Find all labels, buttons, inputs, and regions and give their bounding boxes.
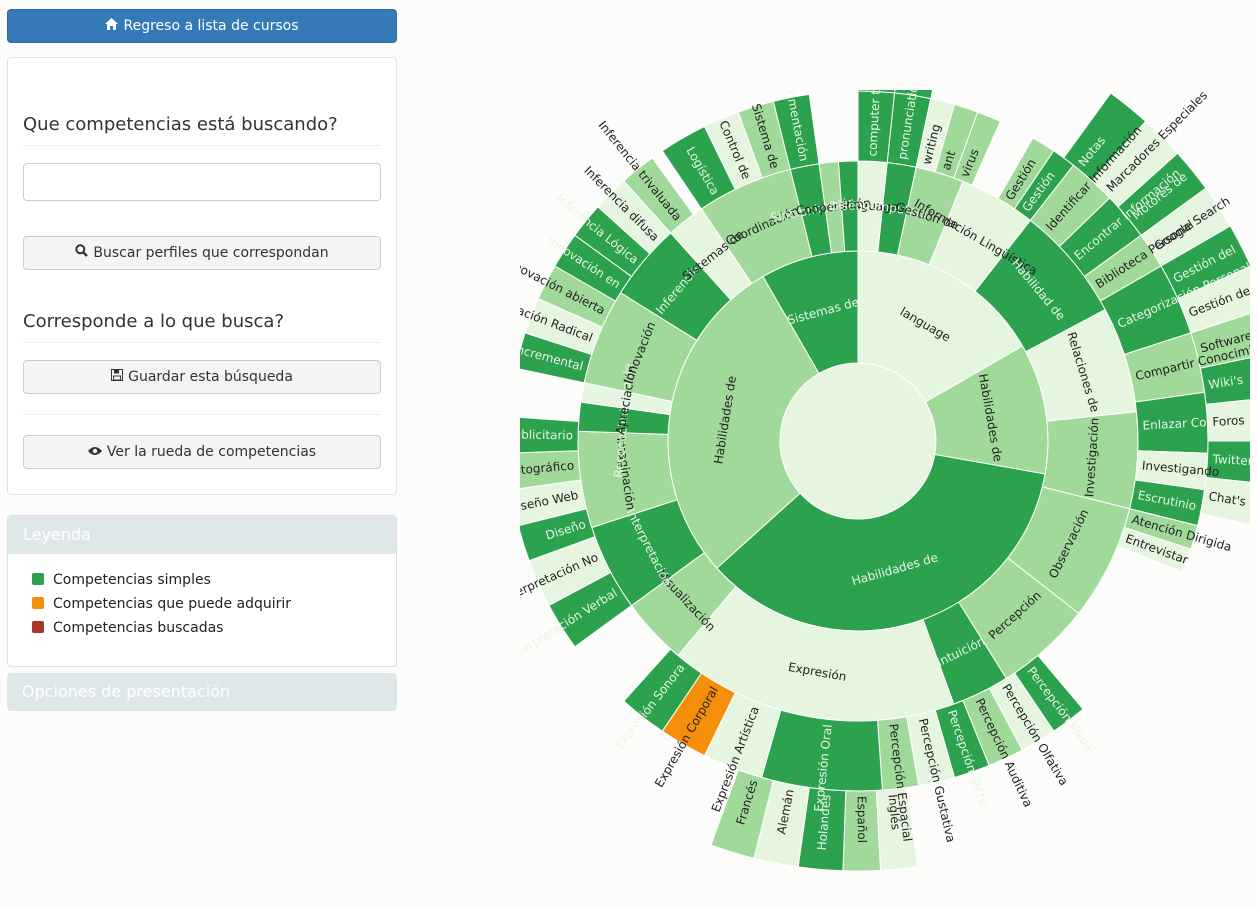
orange-swatch — [32, 597, 44, 609]
wheel-center[interactable] — [779, 362, 937, 520]
search-panel: Que competencias está buscando? Buscar p… — [7, 57, 397, 495]
wheel-label-espanol: Español — [855, 796, 869, 843]
home-icon — [105, 10, 119, 42]
match-question-heading: Corresponde a lo que busca? — [23, 311, 381, 343]
floppy-disk-icon — [111, 361, 124, 393]
legend-item-simple: Competencias simples — [32, 572, 211, 588]
legend-heading[interactable]: Leyenda — [8, 516, 396, 554]
legend-item-acquirable: Competencias que puede adquirir — [32, 596, 291, 612]
save-search-button[interactable]: Guardar esta búsqueda — [23, 360, 381, 394]
save-search-label: Guardar esta búsqueda — [128, 369, 293, 385]
wheel-label-foros: Foros — [1212, 413, 1245, 429]
legend-item-searched: Competencias buscadas — [32, 620, 223, 636]
wheel-label-diseno: Diseño — [829, 198, 871, 213]
wheel-label-twitter: Twitter — [1211, 452, 1250, 468]
legend-panel: Leyenda Competencias simples Competencia… — [7, 515, 397, 667]
competency-search-input[interactable] — [23, 163, 381, 201]
search-profiles-button[interactable]: Buscar perfiles que correspondan — [23, 236, 381, 270]
view-wheel-button[interactable]: Ver la rueda de competencias — [23, 435, 381, 469]
view-wheel-label: Ver la rueda de competencias — [106, 444, 317, 460]
red-swatch — [32, 621, 44, 633]
presentation-options-heading[interactable]: Opciones de presentación — [7, 673, 397, 711]
search-question-heading: Que competencias está buscando? — [23, 114, 381, 146]
back-to-courses-label: Regreso a lista de cursos — [123, 18, 299, 34]
eye-icon — [87, 436, 102, 468]
presentation-options-panel: Opciones de presentación — [7, 673, 397, 713]
sidebar: Regreso a lista de cursos — [7, 9, 397, 43]
search-profiles-label: Buscar perfiles que correspondan — [93, 245, 329, 261]
legend-label: Competencias simples — [53, 572, 211, 588]
competency-wheel: languageHabilidades deHabilidades deHabi… — [520, 90, 1250, 872]
wheel-label-diseno-publicitario: Diseño Publicitario — [520, 427, 573, 443]
search-icon — [75, 237, 89, 269]
divider — [23, 414, 381, 415]
green-swatch — [32, 573, 44, 585]
legend-label: Competencias buscadas — [53, 620, 224, 636]
back-to-courses-button[interactable]: Regreso a lista de cursos — [7, 9, 397, 43]
legend-label: Competencias que puede adquirir — [53, 596, 292, 612]
